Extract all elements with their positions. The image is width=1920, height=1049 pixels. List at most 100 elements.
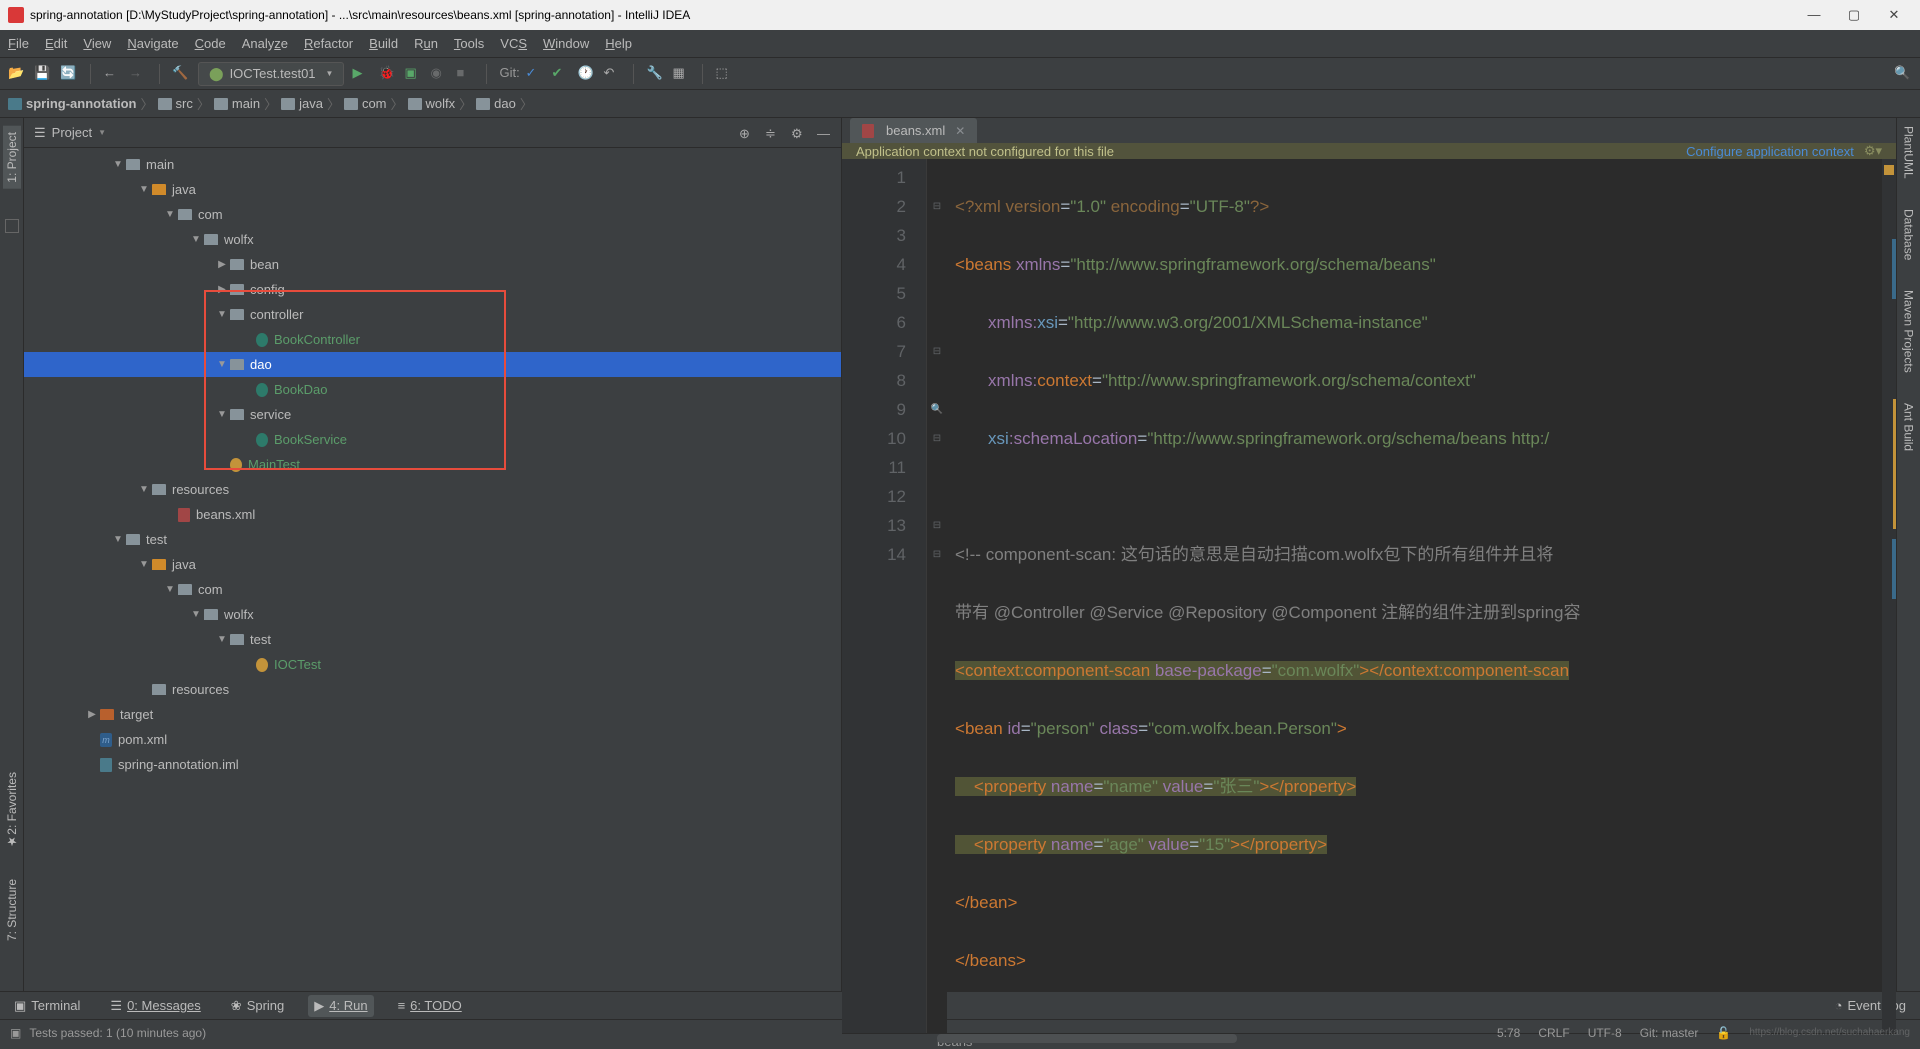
error-stripe[interactable]	[1882, 159, 1896, 1033]
close-button[interactable]: ✕	[1884, 7, 1904, 23]
menu-vcs[interactable]: VCS	[500, 36, 527, 51]
banner-link[interactable]: Configure application context	[1686, 144, 1854, 159]
minimize-button[interactable]: —	[1804, 7, 1824, 23]
run-config-selector[interactable]: ⬤IOCTest.test01	[198, 62, 344, 86]
tree-item-maintest[interactable]: MainTest	[24, 452, 841, 477]
bc-item[interactable]: java	[281, 96, 323, 111]
menu-view[interactable]: View	[83, 36, 111, 51]
menu-analyze[interactable]: Analyze	[242, 36, 288, 51]
structure-icon[interactable]: ▦	[672, 65, 690, 83]
toolwin-plantuml[interactable]: PlantUML	[1902, 126, 1916, 179]
menu-navigate[interactable]: Navigate	[127, 36, 178, 51]
tree-item-resources[interactable]: ▼resources	[24, 477, 841, 502]
tree-item-test[interactable]: ▼test	[24, 627, 841, 652]
toolwin-database[interactable]: Database	[1902, 209, 1916, 260]
tree-item-service[interactable]: ▼service	[24, 402, 841, 427]
tree-item-java[interactable]: ▼java	[24, 552, 841, 577]
menu-code[interactable]: Code	[195, 36, 226, 51]
stop-icon[interactable]: ■	[456, 65, 474, 83]
collapse-icon[interactable]: ≑	[765, 126, 779, 140]
git-commit-icon[interactable]: ✔	[551, 65, 569, 83]
tree-item-test[interactable]: ▼test	[24, 527, 841, 552]
git-revert-icon[interactable]: ↶	[603, 65, 621, 83]
tree-item-resources[interactable]: resources	[24, 677, 841, 702]
tree-item-pom-xml[interactable]: mpom.xml	[24, 727, 841, 752]
menu-file[interactable]: File	[8, 36, 29, 51]
tree-item-wolfx[interactable]: ▼wolfx	[24, 227, 841, 252]
hammer-icon[interactable]: 🔨	[172, 65, 190, 83]
coverage-icon[interactable]: ▣	[404, 65, 422, 83]
tree-item-bean[interactable]: ▶bean	[24, 252, 841, 277]
tree-item-bookdao[interactable]: BookDao	[24, 377, 841, 402]
tree-item-dao[interactable]: ▼dao	[24, 352, 841, 377]
toolwin-spring[interactable]: ❀ Spring	[225, 995, 290, 1017]
menu-build[interactable]: Build	[369, 36, 398, 51]
editor-area: beans.xml ✕ Application context not conf…	[842, 118, 1896, 991]
tree-item-com[interactable]: ▼com	[24, 577, 841, 602]
context-banner: Application context not configured for t…	[842, 143, 1896, 159]
forward-icon[interactable]: →	[129, 65, 147, 83]
bc-module-icon[interactable]: spring-annotation	[8, 96, 137, 111]
bc-item[interactable]: src	[158, 96, 193, 111]
tree-item-com[interactable]: ▼com	[24, 202, 841, 227]
hide-icon[interactable]: —	[817, 126, 831, 140]
profile-icon[interactable]: ◉	[430, 65, 448, 83]
tree-item-java[interactable]: ▼java	[24, 177, 841, 202]
tree-item-spring-annotation-iml[interactable]: spring-annotation.iml	[24, 752, 841, 777]
tree-item-wolfx[interactable]: ▼wolfx	[24, 602, 841, 627]
bc-item[interactable]: wolfx	[408, 96, 456, 111]
menu-help[interactable]: Help	[605, 36, 632, 51]
menu-refactor[interactable]: Refactor	[304, 36, 353, 51]
bc-item[interactable]: dao	[476, 96, 516, 111]
maximize-button[interactable]: ▢	[1844, 7, 1864, 23]
code-editor[interactable]: <?xml version="1.0" encoding="UTF-8"?> <…	[947, 159, 1882, 1033]
save-icon[interactable]: 💾	[34, 65, 52, 83]
left-tool-strip: 1: Project ★ 2: Favorites 7: Structure	[0, 118, 24, 991]
close-tab-icon[interactable]: ✕	[955, 124, 965, 138]
toolwin-maven[interactable]: Maven Projects	[1902, 290, 1916, 373]
menu-tools[interactable]: Tools	[454, 36, 484, 51]
menu-window[interactable]: Window	[543, 36, 589, 51]
search-icon[interactable]: 🔍	[1894, 65, 1912, 83]
toolwin-square-icon[interactable]	[5, 219, 19, 233]
git-label: Git:	[499, 65, 517, 83]
banner-gear-icon[interactable]: ⚙▾	[1864, 143, 1882, 159]
debug-icon[interactable]: 🐞	[378, 65, 396, 83]
status-icon[interactable]: ▣	[10, 1026, 21, 1040]
git-history-icon[interactable]: 🕐	[577, 65, 595, 83]
back-icon[interactable]: ←	[103, 65, 121, 83]
tree-item-beans-xml[interactable]: beans.xml	[24, 502, 841, 527]
fold-gutter[interactable]: ⊟⊟🔍⊟⊟⊟	[927, 159, 947, 1033]
project-panel: ☰Project▼ ⊕ ≑ ⚙ — ▼main▼java▼com▼wolfx▶b…	[24, 118, 842, 991]
tree-item-main[interactable]: ▼main	[24, 152, 841, 177]
toolwin-project[interactable]: 1: Project	[3, 126, 21, 189]
project-tree[interactable]: ▼main▼java▼com▼wolfx▶bean▶config▼control…	[24, 148, 841, 991]
gear-icon[interactable]: ⚙	[791, 126, 805, 140]
tree-item-bookcontroller[interactable]: BookController	[24, 327, 841, 352]
menu-run[interactable]: Run	[414, 36, 438, 51]
titlebar: spring-annotation [D:\MyStudyProject\spr…	[0, 0, 1920, 30]
tree-item-ioctest[interactable]: IOCTest	[24, 652, 841, 677]
toolwin-structure[interactable]: 7: Structure	[5, 879, 19, 941]
run-icon[interactable]: ▶	[352, 65, 370, 83]
open-icon[interactable]: 📂	[8, 65, 26, 83]
sync-icon[interactable]: 🔄	[60, 65, 78, 83]
toolwin-favorites[interactable]: ★ 2: Favorites	[5, 772, 19, 849]
scroll-from-source-icon[interactable]: ⊕	[739, 126, 753, 140]
toolwin-todo[interactable]: ≡ 6: TODO	[392, 995, 468, 1016]
git-update-icon[interactable]: ✓	[525, 65, 543, 83]
toolwin-ant[interactable]: Ant Build	[1902, 403, 1916, 451]
toolwin-run[interactable]: ▶ 4: Run	[308, 995, 373, 1017]
menu-edit[interactable]: Edit	[45, 36, 67, 51]
bc-item[interactable]: com	[344, 96, 387, 111]
tree-item-bookservice[interactable]: BookService	[24, 427, 841, 452]
tree-item-controller[interactable]: ▼controller	[24, 302, 841, 327]
bc-item[interactable]: main	[214, 96, 260, 111]
editor-tab-beans[interactable]: beans.xml ✕	[850, 118, 977, 143]
wrench-icon[interactable]: 🔧	[646, 65, 664, 83]
toolwin-terminal[interactable]: ▣ Terminal	[8, 995, 86, 1017]
tree-item-config[interactable]: ▶config	[24, 277, 841, 302]
toolwin-messages[interactable]: ☰ 0: Messages	[104, 995, 206, 1017]
tree-item-target[interactable]: ▶target	[24, 702, 841, 727]
tool-extra-icon[interactable]: ⬚	[715, 65, 733, 83]
